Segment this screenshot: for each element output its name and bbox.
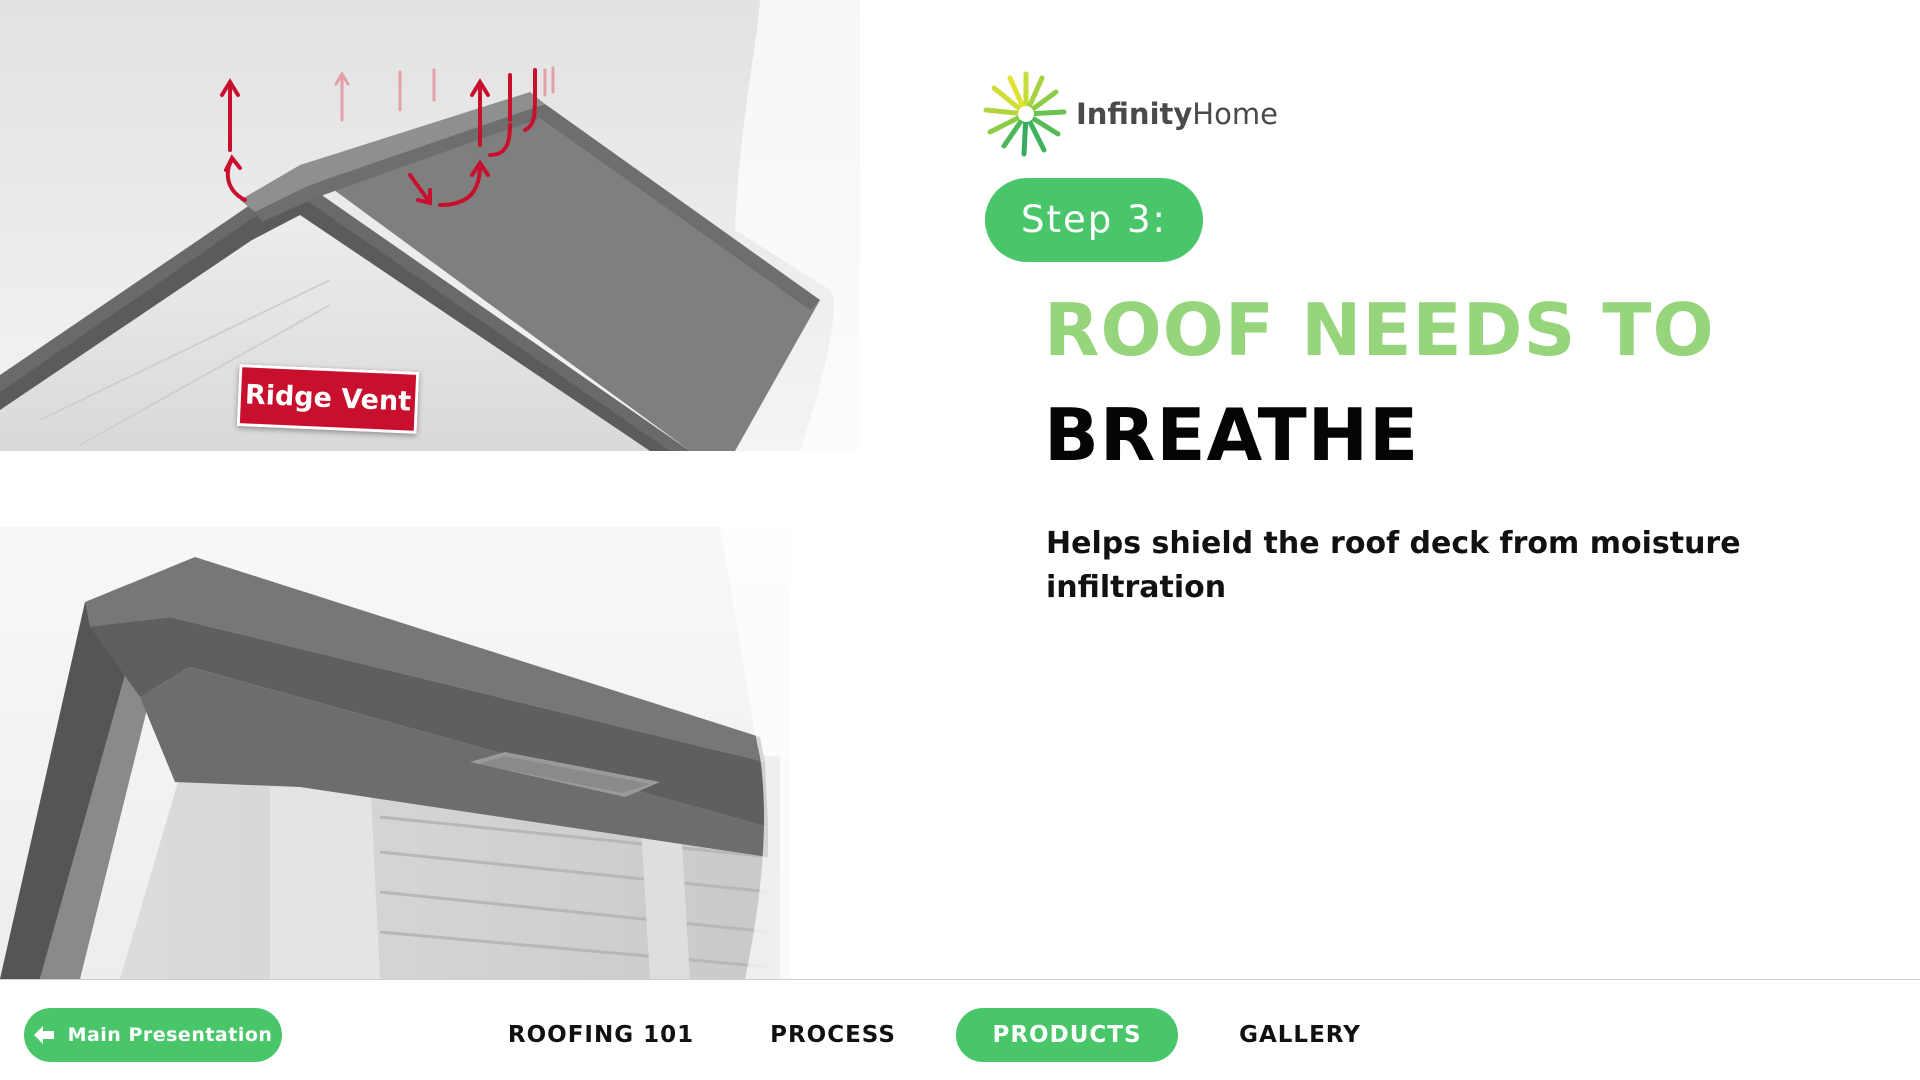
ridge-vent-label: Ridge Vent [236, 364, 420, 434]
main-presentation-button[interactable]: Main Presentation [24, 1008, 282, 1062]
nav-products-active[interactable]: PRODUCTS [956, 1008, 1178, 1062]
soffit-vent-image [0, 527, 790, 979]
nav-gallery[interactable]: GALLERY [1232, 1008, 1368, 1062]
infinityhome-logo[interactable]: InfinityHome [982, 66, 1278, 162]
step-description: Helps shield the roof deck from moisture… [1046, 526, 1741, 605]
nav-roofing-101[interactable]: ROOFING 101 [505, 1008, 697, 1062]
soffit-vent-illustration [0, 527, 790, 979]
ridge-vent-image [0, 0, 860, 451]
nav-process[interactable]: PROCESS [762, 1008, 904, 1062]
main-presentation-label: Main Presentation [67, 1024, 273, 1046]
heading-line-1: ROOF NEEDS TO [1044, 288, 1715, 372]
logo-wordmark: InfinityHome [1076, 97, 1278, 131]
arrow-left-icon [33, 1026, 54, 1044]
bottom-navigation: Main Presentation ROOFING 101 PROCESS PR… [0, 979, 1920, 1080]
logo-text-light: Home [1192, 97, 1278, 131]
sunburst-logo-icon [983, 71, 1067, 157]
logo-text-bold: Infinity [1076, 97, 1193, 131]
heading-line-2: BREATHE [1044, 393, 1420, 477]
step-badge: Step 3: [985, 178, 1203, 262]
ridge-vent-illustration [0, 0, 860, 451]
